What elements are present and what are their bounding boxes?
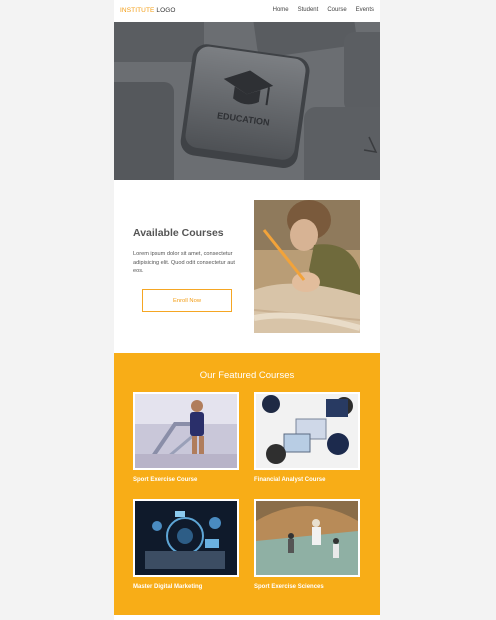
available-courses-text: Lorem ipsum dolor sit amet, consectetur … xyxy=(133,251,235,275)
sport-sciences-photo[interactable] xyxy=(254,499,360,577)
student-writing-photo xyxy=(254,200,360,333)
financial-analyst-photo[interactable] xyxy=(254,392,360,470)
header: INSTITUTE LOGO Home Student Course Event… xyxy=(114,0,380,22)
nav-events[interactable]: Events xyxy=(356,7,374,13)
available-courses-section: Available Courses Lorem ipsum dolor sit … xyxy=(114,180,380,353)
logo-brand: INSTITUTE xyxy=(120,7,155,14)
featured-courses-section: Our Featured Courses Sport Exercise Cour… xyxy=(114,353,380,615)
available-courses-title: Available Courses xyxy=(133,227,224,239)
digital-marketing-photo[interactable] xyxy=(133,499,239,577)
email-page: INSTITUTE LOGO Home Student Course Event… xyxy=(114,0,380,620)
course-label[interactable]: Sport Exercise Course xyxy=(133,477,253,483)
logo-text: LOGO xyxy=(154,7,176,14)
sport-exercise-photo[interactable] xyxy=(133,392,239,470)
nav-menu: Home Student Course Events xyxy=(273,7,374,13)
hero-image: EDUCATION xyxy=(114,22,380,180)
enroll-now-button[interactable]: Enroll Now xyxy=(142,289,232,312)
logo[interactable]: INSTITUTE LOGO xyxy=(120,7,176,14)
nav-course[interactable]: Course xyxy=(327,7,346,13)
featured-courses-title: Our Featured Courses xyxy=(199,370,295,381)
course-label[interactable]: Financial Analyst Course xyxy=(254,477,374,483)
course-label[interactable]: Master Digital Marketing xyxy=(133,584,253,590)
nav-home[interactable]: Home xyxy=(273,7,289,13)
nav-student[interactable]: Student xyxy=(298,7,319,13)
course-label[interactable]: Sport Exercise Sciences xyxy=(254,584,374,590)
